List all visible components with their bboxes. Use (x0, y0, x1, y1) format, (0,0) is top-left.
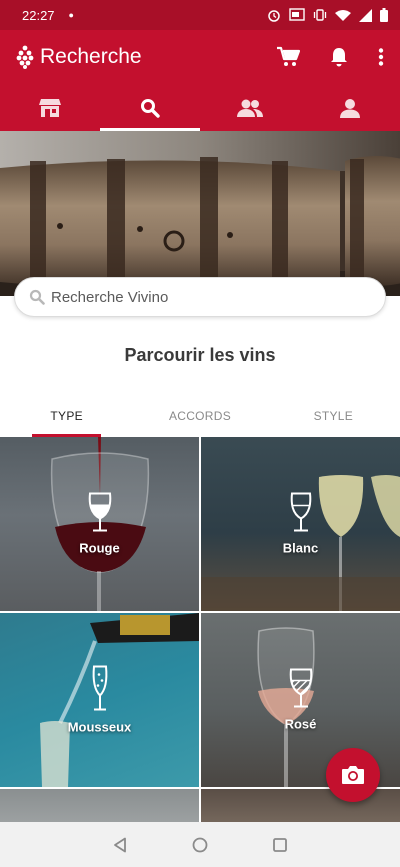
tab-shop[interactable] (0, 84, 100, 131)
home-icon[interactable] (192, 837, 208, 853)
hero-banner-image (0, 131, 400, 296)
browse-heading: Parcourir les vins (124, 345, 276, 365)
app-bar-actions (276, 46, 384, 68)
wine-type-tile-rouge[interactable]: Rouge (0, 437, 199, 611)
search-input[interactable] (51, 288, 351, 306)
system-nav-bar (0, 822, 400, 867)
cart-icon[interactable] (276, 46, 300, 68)
grape-logo-icon (16, 45, 34, 69)
vibrate-icon (313, 9, 327, 21)
white-wine-glass-icon (290, 492, 311, 532)
main-tab-bar (0, 84, 400, 131)
status-icons (267, 8, 388, 22)
sparkling-glass-icon (92, 665, 107, 711)
browse-tabs: TYPE ACCORDS STYLE (0, 400, 400, 437)
tab-search[interactable] (100, 84, 200, 131)
cast-icon (289, 8, 305, 21)
search-icon (29, 289, 45, 305)
wine-type-label: Mousseux (67, 719, 132, 735)
more-vert-icon[interactable] (378, 48, 384, 66)
red-wine-glass-icon (88, 492, 111, 532)
status-time: 22:27 (22, 7, 55, 23)
store-icon (39, 98, 61, 117)
battery-icon (380, 8, 388, 22)
search-bar[interactable] (14, 277, 386, 317)
bell-icon[interactable] (330, 47, 348, 67)
wine-type-tile-blanc[interactable]: Blanc (201, 437, 400, 611)
friends-icon (237, 99, 263, 117)
tab-accords[interactable]: ACCORDS (133, 400, 266, 437)
camera-icon (342, 766, 364, 784)
tab-style[interactable]: STYLE (267, 400, 400, 437)
back-icon[interactable] (112, 837, 128, 853)
wine-type-label: Rouge (79, 540, 120, 556)
signal-icon (359, 8, 372, 22)
person-icon (340, 98, 360, 118)
notification-dot-icon: ● (68, 10, 74, 20)
tile-content: Rosé (201, 668, 400, 732)
wine-type-tile-mousseux[interactable]: Mousseux (0, 613, 199, 787)
tab-type[interactable]: TYPE (0, 400, 133, 437)
page-title: Recherche (40, 45, 142, 68)
wine-type-label: Rosé (284, 716, 317, 732)
tile-content: Rouge (0, 492, 199, 556)
barrels-illustration (0, 131, 400, 296)
tab-profile[interactable] (300, 84, 400, 131)
wifi-icon (335, 9, 351, 21)
rose-wine-glass-icon (289, 668, 312, 708)
tab-friends[interactable] (200, 84, 300, 131)
status-bar: 22:27 ● (0, 0, 400, 30)
search-icon (141, 98, 160, 118)
wine-type-label: Blanc (282, 540, 319, 556)
alarm-icon (268, 10, 280, 22)
camera-scan-button[interactable] (326, 748, 380, 802)
tile-content: Blanc (201, 492, 400, 556)
app-bar: Recherche (0, 30, 400, 84)
recents-icon[interactable] (272, 837, 288, 853)
wine-type-tile-partial[interactable] (0, 789, 199, 822)
tile-content: Mousseux (0, 665, 199, 735)
